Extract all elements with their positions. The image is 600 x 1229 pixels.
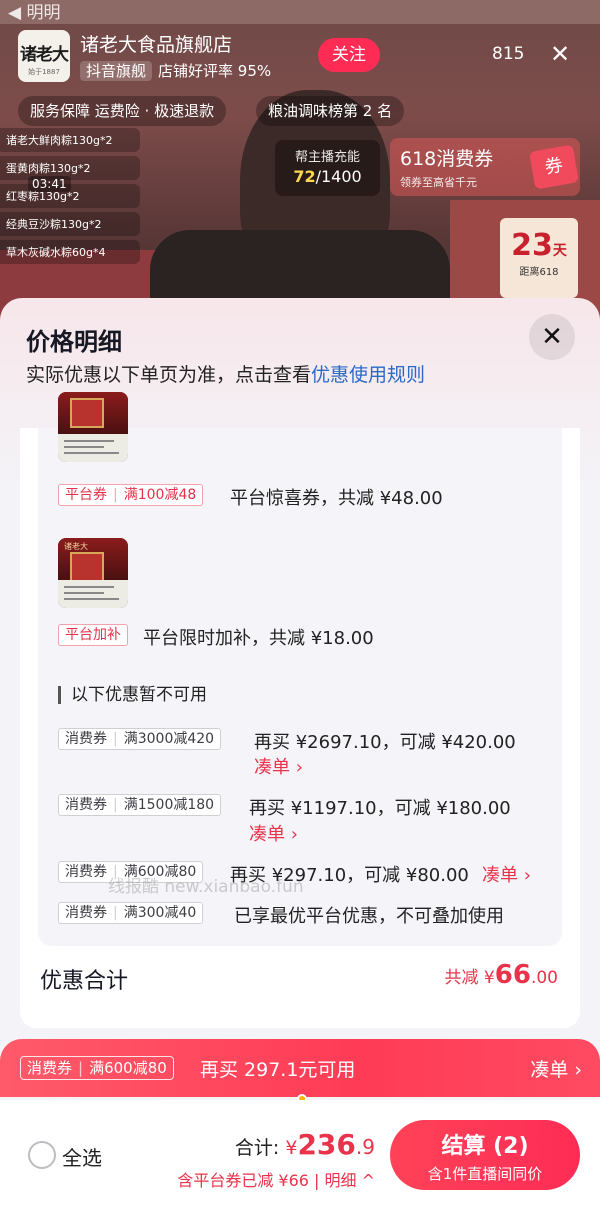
countdown-sub: 距离618 xyxy=(519,267,559,278)
help-total: /1400 xyxy=(315,167,362,186)
promo-bar[interactable]: 消费券 | 满600减80 再买 297.1元可用 凑单 › xyxy=(0,1039,600,1097)
badge-type: 消费券 xyxy=(65,864,107,880)
price-detail-sheet: 价格明细 实际优惠以下单页为准，点击查看优惠使用规则 ✕ 平台券 | 满100减48… xyxy=(0,298,600,1229)
thumb-label xyxy=(58,580,128,608)
watermark: 线报酷 new.xianbao.fun xyxy=(108,877,304,897)
stream-product-item[interactable]: 草木灰碱水粽60g*4 xyxy=(0,240,140,264)
service-chip[interactable]: 服务保障 运费险 · 极速退款 xyxy=(18,96,227,126)
select-all-label[interactable]: 全选 xyxy=(62,1142,102,1171)
coupon-title: 618消费券 xyxy=(400,148,494,170)
video-timer: 03:41 xyxy=(28,176,71,192)
shop-logo-text: 诸老大 xyxy=(20,45,69,65)
thumb-box xyxy=(70,552,104,582)
add-items-link[interactable]: 凑单 › xyxy=(254,753,303,779)
sum-amount: ¥236.9 xyxy=(285,1128,375,1161)
total-discount-value: 共减 ¥66.00 xyxy=(445,960,558,990)
thumb-label xyxy=(58,434,128,462)
badge-type: 消费券 xyxy=(65,731,107,747)
badge-rule: 满300减40 xyxy=(123,905,197,921)
product-thumbnail[interactable] xyxy=(58,392,128,462)
discount-panel: 平台券 | 满100减48 平台惊喜券，共减 ¥48.00 诸老大 平台加补 平台限… xyxy=(38,392,562,946)
rules-link[interactable]: 优惠使用规则 xyxy=(311,364,425,386)
stream-close-icon[interactable]: ✕ xyxy=(550,40,570,68)
badge-type: 消费券 xyxy=(65,797,107,813)
help-progress: 72 xyxy=(293,167,316,186)
badge-type: 消费券 xyxy=(65,905,107,921)
close-icon: ✕ xyxy=(541,322,563,352)
follow-button[interactable]: 关注 xyxy=(318,38,380,72)
checkout-bar: 全选 合计: ¥236.9 含平台券已减 ¥66 | 明细 ^ 结算 (2) 含… xyxy=(0,1100,600,1229)
total-int: 66 xyxy=(494,960,531,990)
badge-type: 平台加补 xyxy=(65,627,121,643)
currency: ¥ xyxy=(285,1137,298,1159)
badge-rule: 满1500减180 xyxy=(123,797,215,813)
sum-label: 合计: xyxy=(234,1137,286,1159)
checkout-label: 结算 (2) xyxy=(441,1134,529,1159)
add-items-link[interactable]: 凑单 › xyxy=(249,820,298,846)
platform-subsidy-badge: 平台加补 xyxy=(58,624,128,646)
platform-coupon-desc: 平台惊喜券，共减 ¥48.00 xyxy=(230,488,443,509)
help-title: 帮主播充能 xyxy=(294,150,360,165)
coupon-desc: 再买 ¥2697.10，可减 ¥420.00 xyxy=(254,732,516,753)
help-charge-widget[interactable]: 帮主播充能 72/1400 xyxy=(275,140,380,196)
coupon-sub: 领券至高省千元 xyxy=(400,176,477,189)
countdown-unit: 天 xyxy=(552,243,567,259)
thumb-box xyxy=(70,398,104,428)
sum-line: 合计: ¥236.9 xyxy=(235,1128,375,1161)
shop-rating: 店铺好评率 95% xyxy=(158,62,272,80)
sheet-subtitle-text: 实际优惠以下单页为准，点击查看 xyxy=(26,364,312,386)
stream-product-item[interactable]: 经典豆沙粽130g*2 xyxy=(0,212,140,236)
top-strip: ◀ 明明 xyxy=(0,0,600,24)
countdown-days: 23天 xyxy=(500,228,578,263)
coupon-icon: 券 xyxy=(529,144,579,190)
badge-rule: 满3000减420 xyxy=(123,731,215,747)
total-dec: .00 xyxy=(530,968,558,988)
promo-add-items-link[interactable]: 凑单 › xyxy=(530,1055,582,1082)
help-progress-line: 72/1400 xyxy=(275,167,380,186)
coupon-desc: 已享最优平台优惠，不可叠加使用 xyxy=(234,906,504,927)
sheet-subtitle: 实际优惠以下单页为准，点击查看优惠使用规则 xyxy=(26,360,425,387)
top-strip-text: ◀ 明明 xyxy=(8,3,61,23)
checkout-sub: 含1件直播间同价 xyxy=(427,1165,543,1183)
price-detail-link[interactable]: 含平台券已减 ¥66 | 明细 ^ xyxy=(177,1167,375,1191)
platform-subsidy-desc: 平台限时加补，共减 ¥18.00 xyxy=(143,628,374,649)
consumer-coupon-badge: 消费券 | 满1500减180 xyxy=(58,794,222,816)
consumer-coupon-badge: 消费券 | 满300减40 xyxy=(58,902,204,924)
product-thumbnail[interactable]: 诸老大 xyxy=(58,538,128,608)
live-stream-background: ◀ 明明 诸老大 始于1887 诸老大食品旗舰店 抖音旗舰 店铺好评率 95% 关… xyxy=(0,0,600,330)
consumer-coupon-badge: 消费券 | 满3000减420 xyxy=(58,728,222,750)
close-button[interactable]: ✕ xyxy=(529,314,575,360)
badge-type: 平台券 xyxy=(65,487,107,503)
select-all-radio[interactable] xyxy=(28,1141,56,1169)
total-discount-label: 优惠合计 xyxy=(40,969,129,994)
badge-rule: 满100减48 xyxy=(123,487,197,503)
checkout-button[interactable]: 结算 (2) 含1件直播间同价 xyxy=(390,1120,580,1190)
promo-rule: 满600减80 xyxy=(89,1059,167,1077)
platform-coupon-badge: 平台券 | 满100减48 xyxy=(58,484,204,506)
shop-tag: 抖音旗舰 xyxy=(80,61,153,81)
promo-type: 消费券 xyxy=(27,1059,73,1077)
rank-chip[interactable]: 粮油调味榜第 2 名 xyxy=(256,96,405,126)
shop-logo-sub: 始于1887 xyxy=(28,68,60,76)
coupon-618-banner[interactable]: 618消费券 领券至高省千元 券 xyxy=(390,138,580,196)
coupon-desc: 再买 ¥1197.10，可减 ¥180.00 xyxy=(249,798,511,819)
amount-int: 236 xyxy=(297,1128,356,1161)
unavailable-title: 以下优惠暂不可用 xyxy=(58,686,207,704)
shop-meta: 抖音旗舰 店铺好评率 95% xyxy=(80,60,271,81)
promo-text: 再买 297.1元可用 xyxy=(200,1059,356,1081)
shop-logo[interactable]: 诸老大 始于1887 xyxy=(18,30,70,82)
stream-product-item[interactable]: 诸老大鲜肉粽130g*2 xyxy=(0,128,140,152)
thumb-brand: 诸老大 xyxy=(64,542,88,551)
viewer-count[interactable]: 815 xyxy=(492,44,524,64)
countdown-number: 23 xyxy=(511,228,553,263)
amount-dec: .9 xyxy=(355,1135,375,1159)
sheet-title: 价格明细 xyxy=(26,328,122,356)
detail-card: 平台券 | 满100减48 平台惊喜券，共减 ¥48.00 诸老大 平台加补 平台限… xyxy=(20,392,580,1028)
add-items-link[interactable]: 凑单 › xyxy=(482,861,531,887)
countdown-widget[interactable]: 23天 距离618 xyxy=(500,218,578,298)
shop-name[interactable]: 诸老大食品旗舰店 xyxy=(80,30,232,57)
total-prefix: 共减 ¥ xyxy=(444,968,495,988)
stream-product-list: 诸老大鲜肉粽130g*2 蛋黄肉粽130g*2 红枣粽130g*2 经典豆沙粽1… xyxy=(0,128,140,268)
promo-badge: 消费券 | 满600减80 xyxy=(20,1056,174,1080)
